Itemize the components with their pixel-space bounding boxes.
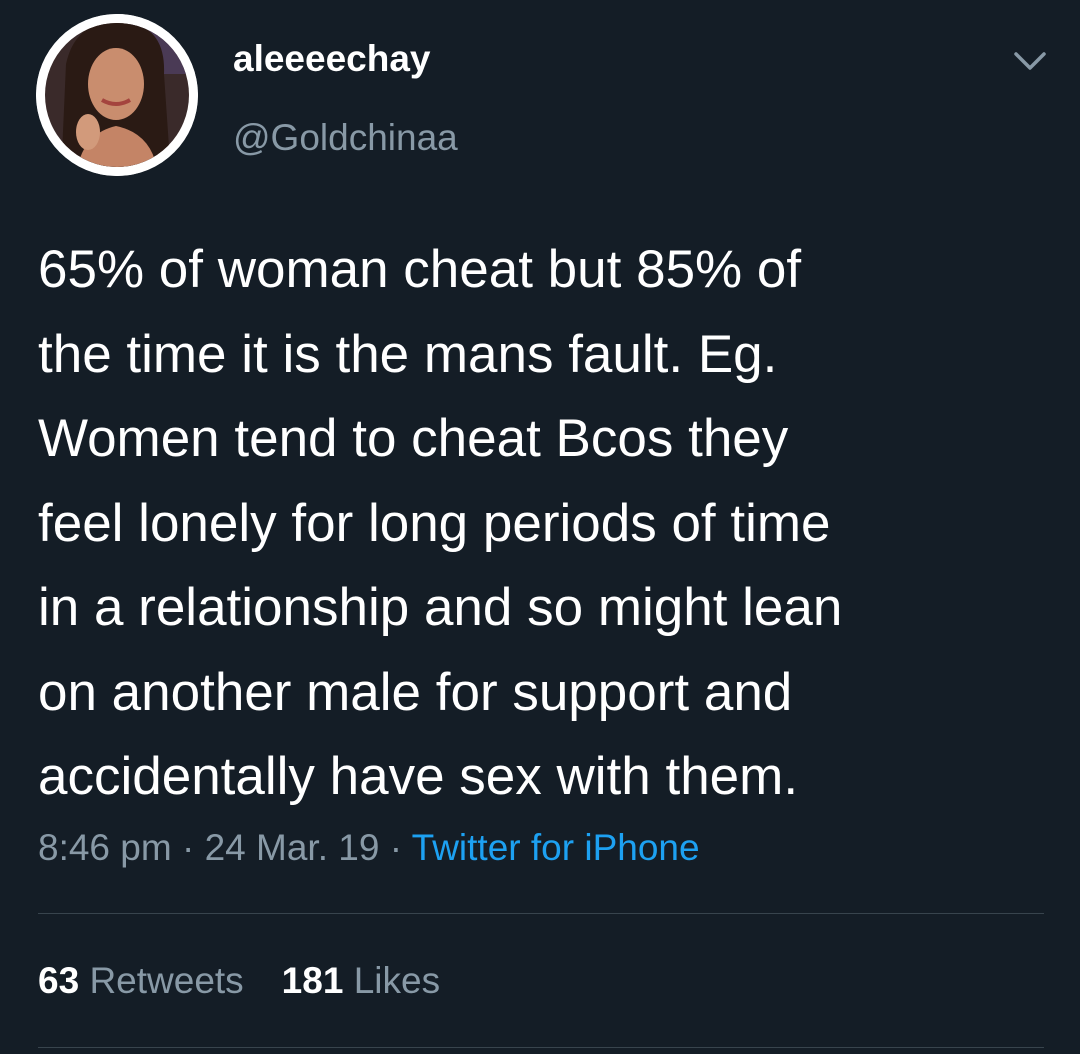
- display-name[interactable]: aleeeechay: [233, 38, 431, 80]
- user-handle[interactable]: @Goldchinaa: [233, 117, 458, 159]
- divider: [38, 913, 1044, 914]
- meta-separator: ·: [379, 827, 412, 868]
- likes-count: 181: [281, 960, 344, 1001]
- tweet-source-link[interactable]: Twitter for iPhone: [412, 827, 700, 868]
- tweet-time: 8:46 pm: [38, 827, 172, 868]
- chevron-down-icon[interactable]: [1010, 46, 1050, 76]
- divider: [38, 1047, 1044, 1048]
- likes-stat[interactable]: 181 Likes: [282, 960, 440, 1002]
- avatar[interactable]: [36, 14, 198, 176]
- tweet-line: in a relationship and so might lean: [38, 578, 843, 637]
- tweet-line: accidentally have sex with them.: [38, 747, 799, 806]
- likes-label: Likes: [353, 960, 441, 1001]
- meta-separator: ·: [171, 827, 205, 868]
- tweet-meta: 8:46 pm · 24 Mar. 19 · Twitter for iPhon…: [38, 827, 700, 869]
- retweets-count: 63: [38, 960, 80, 1001]
- tweet-line: on another male for support and: [38, 662, 793, 722]
- tweet-line: Women tend to cheat Bcos they: [38, 409, 789, 468]
- retweets-stat[interactable]: 63 Retweets: [38, 960, 244, 1002]
- tweet-line: feel lonely for long periods of time: [38, 493, 831, 553]
- retweets-label: Retweets: [89, 960, 244, 1001]
- tweet-date: 24 Mar. 19: [204, 827, 380, 868]
- profile-photo: [36, 14, 198, 176]
- tweet-line: the time it is the mans fault. Eg.: [38, 324, 778, 384]
- tweet-stats: 63 Retweets 181 Likes: [38, 960, 478, 1002]
- tweet-line: 65% of woman cheat but 85% of: [38, 240, 802, 299]
- tweet-text: 65% of woman cheat but 85% of the time i…: [38, 228, 1048, 820]
